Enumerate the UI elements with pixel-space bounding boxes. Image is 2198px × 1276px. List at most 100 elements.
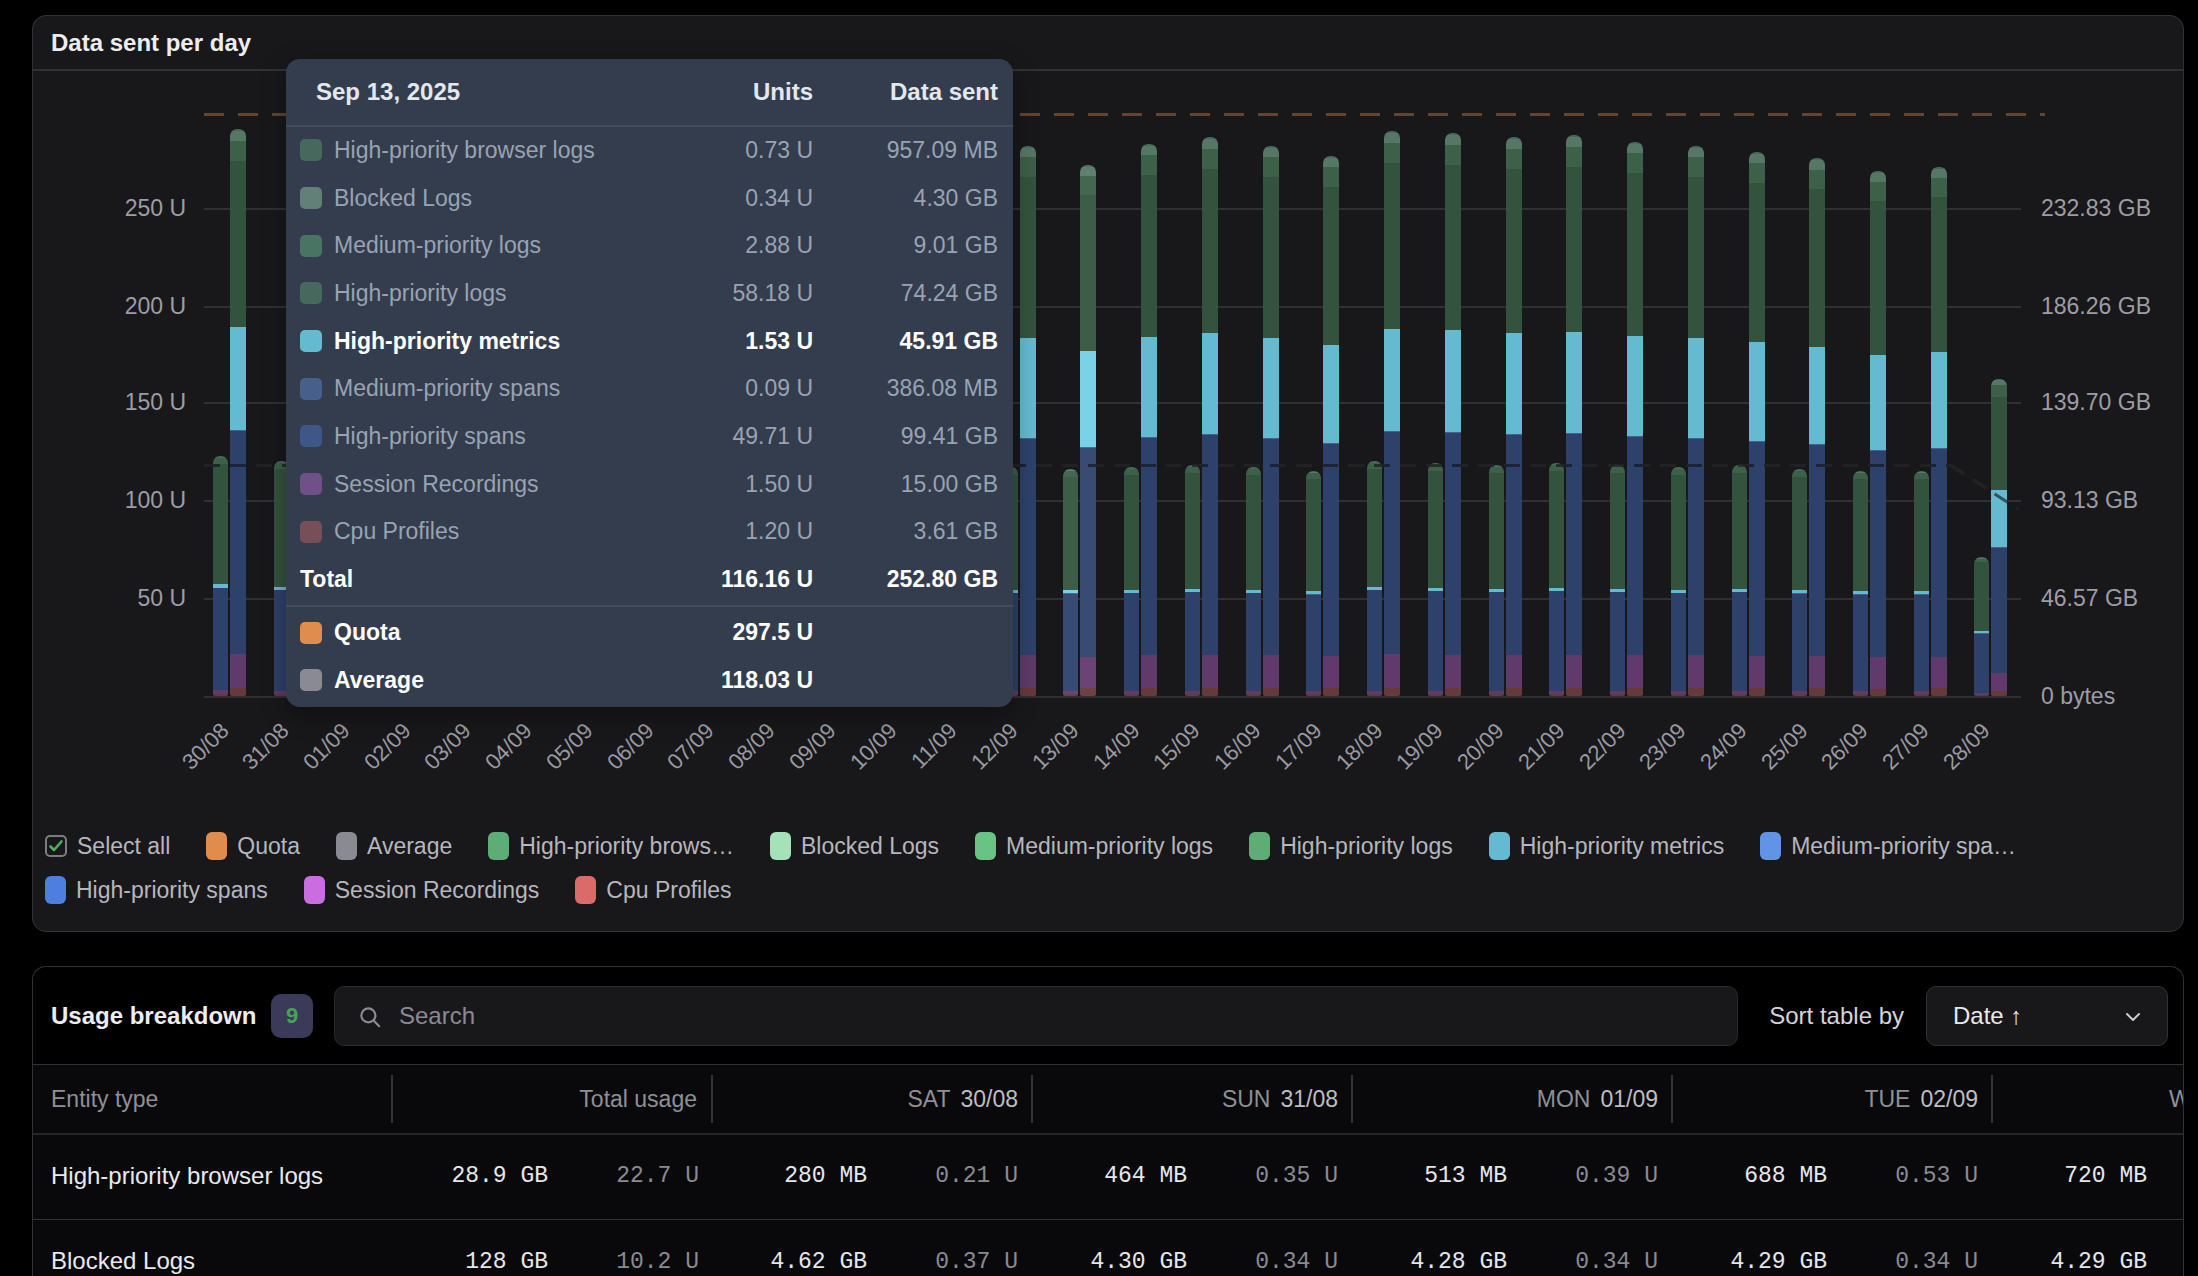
legend-select-all[interactable]: Select all [45,833,170,860]
legend-swatch [975,832,996,860]
legend-item-high-priority-logs[interactable]: High-priority logs [1249,832,1453,860]
bar-segment-medium-priority-logs [1671,469,1686,475]
bar-datasent-18/09[interactable] [1384,131,1400,696]
bar-segment-high-priority-logs [1428,471,1443,588]
select-all-checkbox[interactable] [45,835,67,857]
search-box[interactable] [334,986,1738,1046]
bar-segment-high-priority-metrics [1367,586,1382,590]
bar-datasent-17/09[interactable] [1323,156,1339,696]
bar-segment-high-priority-browser-logs [1306,471,1321,472]
bar-segment-session-recordings [213,690,228,694]
tooltip-total-units: 116.16 U [653,566,813,593]
tooltip-row-data: 957.09 MB [813,137,998,164]
header-separator-4 [1671,1075,1673,1123]
cell-value: 4.28 GB [1410,1220,1507,1276]
bar-datasent-21/09[interactable] [1566,135,1582,696]
tooltip-quota-units: 297.5 U [653,619,813,646]
legend-item-high-priority-brows-[interactable]: High-priority brows… [488,832,734,860]
table-row-high-priority-browser-logs[interactable]: High-priority browser logs28.9 GB22.7 U2… [33,1134,2183,1219]
bar-datasent-24/09[interactable] [1749,152,1765,696]
bar-units-23/09[interactable] [1671,467,1686,696]
legend-item-quota[interactable]: Quota [206,832,300,860]
bar-units-20/09[interactable] [1489,465,1504,696]
tooltip-row-label: Session Recordings [334,471,653,498]
legend-item-cpu-profiles[interactable]: Cpu Profiles [575,876,731,904]
chevron-down-icon [2123,1007,2143,1027]
bar-segment-cpu-profiles [1080,688,1096,696]
table-row-blocked-logs[interactable]: Blocked Logs128 GB10.2 U4.62 GB0.37 U4.3… [33,1219,2183,1276]
bar-segment-high-priority-logs [1384,162,1400,328]
bar-units-16/09[interactable] [1246,467,1261,696]
bar-units-14/09[interactable] [1124,467,1139,696]
bar-datasent-25/09[interactable] [1809,158,1825,696]
bar-datasent-15/09[interactable] [1202,137,1218,696]
legend-label: High-priority logs [1280,833,1453,860]
y-axis-right-tick: 0 bytes [2041,683,2115,710]
bar-units-18/09[interactable] [1367,461,1382,696]
bar-units-28/09[interactable] [1974,557,1989,696]
bar-segment-high-priority-logs [1671,474,1686,589]
bar-segment-session-recordings [1428,690,1443,694]
search-input[interactable] [397,987,1717,1044]
bar-datasent-26/09[interactable] [1870,171,1886,696]
bar-segment-medium-priority-logs [1124,469,1139,475]
bar-segment-high-priority-logs [230,160,246,327]
sort-dropdown[interactable]: Date ↑ [1926,986,2168,1046]
bar-segment-blocked-logs [1141,145,1157,155]
tooltip-total-label: Total [300,566,653,593]
legend-item-medium-priority-logs[interactable]: Medium-priority logs [975,832,1213,860]
bar-datasent-30/08[interactable] [230,129,246,696]
bar-datasent-12/09[interactable] [1020,146,1036,696]
bar-datasent-23/09[interactable] [1688,146,1704,696]
bar-segment-high-priority-logs [1809,188,1825,346]
bar-segment-high-priority-browser-logs [1323,156,1339,158]
tooltip-quota-label: Quota [334,619,653,646]
bar-units-24/09[interactable] [1732,465,1747,696]
bar-units-13/09[interactable] [1063,469,1078,696]
bar-datasent-14/09[interactable] [1141,144,1157,696]
legend-item-blocked-logs[interactable]: Blocked Logs [770,832,939,860]
y-axis-left-tick: 250 U [56,195,186,222]
bar-datasent-28/09[interactable] [1991,379,2007,696]
legend-item-medium-priority-spa-[interactable]: Medium-priority spa… [1760,832,2016,860]
tooltip-row-units: 0.09 U [653,375,813,402]
bar-units-17/09[interactable] [1306,471,1321,696]
bar-segment-high-priority-spans [1914,594,1929,691]
y-axis-left-tick: 50 U [56,585,186,612]
bar-units-26/09[interactable] [1853,471,1868,696]
tooltip-row-swatch [300,187,322,209]
bar-datasent-20/09[interactable] [1506,137,1522,696]
legend-item-average[interactable]: Average [336,832,452,860]
legend-item-high-priority-spans[interactable]: High-priority spans [45,876,268,904]
bar-datasent-27/09[interactable] [1931,167,1947,696]
tooltip-row-blocked-logs: Blocked Logs0.34 U4.30 GB [286,174,1013,222]
bar-datasent-19/09[interactable] [1445,133,1461,696]
header-date: 02/09 [1920,1065,1978,1133]
header-date: 31/08 [1280,1065,1338,1133]
bar-segment-high-priority-metrics [1489,588,1504,592]
legend-item-session-recordings[interactable]: Session Recordings [304,876,540,904]
bar-segment-medium-priority-logs [1445,144,1461,165]
bar-segment-medium-priority-logs [1931,177,1947,196]
bar-units-19/09[interactable] [1428,463,1443,696]
bar-units-21/09[interactable] [1549,463,1564,696]
bar-datasent-13/09[interactable] [1080,165,1096,696]
bar-segment-high-priority-logs [1506,168,1522,333]
legend-item-high-priority-metrics[interactable]: High-priority metrics [1489,832,1724,860]
bar-segment-high-priority-spans [1853,594,1868,691]
bar-segment-high-priority-metrics [1566,331,1582,433]
tooltip-row-data: 45.91 GB [813,328,998,355]
bar-segment-high-priority-metrics [1323,345,1339,444]
bar-units-30/08[interactable] [213,456,228,696]
bar-segment-high-priority-browser-logs [1671,467,1686,468]
cell-value: 4.62 GB [770,1220,867,1276]
bar-segment-medium-priority-logs [1914,473,1929,479]
bar-units-22/09[interactable] [1610,465,1625,696]
bar-units-27/09[interactable] [1914,471,1929,696]
bar-datasent-22/09[interactable] [1627,142,1643,696]
bar-units-15/09[interactable] [1185,465,1200,696]
bar-datasent-16/09[interactable] [1263,146,1279,696]
bar-units-25/09[interactable] [1792,469,1807,696]
bar-segment-blocked-logs [1870,172,1886,181]
bar-segment-high-priority-logs [1974,561,1989,631]
